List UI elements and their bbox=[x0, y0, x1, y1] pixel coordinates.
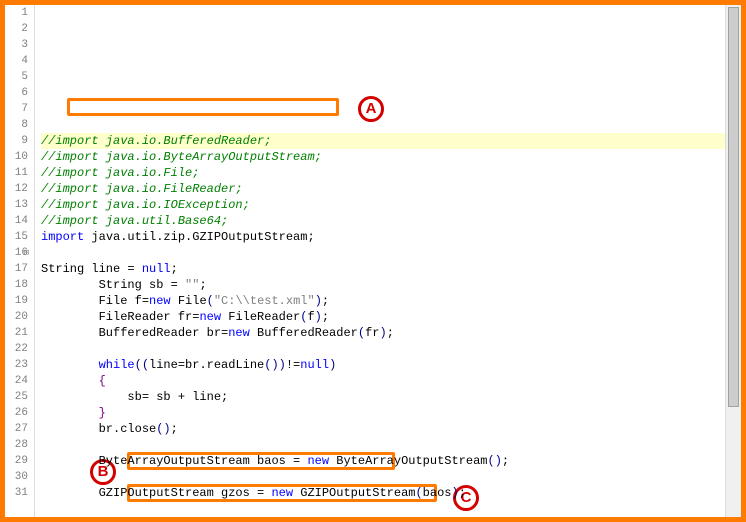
line-number: 20 bbox=[5, 309, 28, 325]
code-line[interactable]: } bbox=[41, 405, 741, 421]
line-number: 12 bbox=[5, 181, 28, 197]
callout-a-label: A bbox=[366, 101, 377, 117]
code-line[interactable]: String sb = ""; bbox=[41, 277, 741, 293]
line-number: 17 bbox=[5, 261, 28, 277]
line-number: 26 bbox=[5, 405, 28, 421]
line-number: 15 bbox=[5, 229, 28, 245]
line-number: 4 bbox=[5, 53, 28, 69]
line-number: 13 bbox=[5, 197, 28, 213]
line-number: 14 bbox=[5, 213, 28, 229]
code-line[interactable] bbox=[41, 245, 741, 261]
code-line[interactable]: File f=new File("C:\\test.xml"); bbox=[41, 293, 741, 309]
code-line[interactable]: //import java.io.ByteArrayOutputStream; bbox=[41, 149, 741, 165]
line-number: 2 bbox=[5, 21, 28, 37]
line-number: 3 bbox=[5, 37, 28, 53]
scrollbar-thumb[interactable] bbox=[728, 7, 739, 407]
code-line[interactable]: sb= sb + line; bbox=[41, 389, 741, 405]
line-number: 21 bbox=[5, 325, 28, 341]
line-number: 1 bbox=[5, 5, 28, 21]
code-line[interactable]: FileReader fr=new FileReader(f); bbox=[41, 309, 741, 325]
code-line[interactable]: ByteArrayOutputStream baos = new ByteArr… bbox=[41, 453, 741, 469]
line-number-gutter: 1234567891011121314151617181920212223242… bbox=[5, 5, 35, 517]
code-line[interactable]: br.close(); bbox=[41, 421, 741, 437]
code-line[interactable]: GZIPOutputStream gzos = new GZIPOutputSt… bbox=[41, 485, 741, 501]
line-number: 29 bbox=[5, 453, 28, 469]
code-line[interactable]: import java.util.zip.GZIPOutputStream; bbox=[41, 229, 741, 245]
code-line[interactable] bbox=[41, 469, 741, 485]
line-number: 24 bbox=[5, 373, 28, 389]
line-number: 8 bbox=[5, 117, 28, 133]
line-number: 18 bbox=[5, 277, 28, 293]
callout-a: A bbox=[358, 96, 384, 122]
code-line[interactable]: //import java.io.FileReader; bbox=[41, 181, 741, 197]
line-number: 27 bbox=[5, 421, 28, 437]
line-number: 22 bbox=[5, 341, 28, 357]
code-editor[interactable]: 1234567891011121314151617181920212223242… bbox=[5, 5, 741, 517]
code-line[interactable]: //import java.io.IOException; bbox=[41, 197, 741, 213]
code-area[interactable]: A B C //import java.io.BufferedReader;//… bbox=[35, 5, 741, 517]
code-line[interactable]: String line = null; bbox=[41, 261, 741, 277]
code-line[interactable] bbox=[41, 437, 741, 453]
line-number: 23 bbox=[5, 357, 28, 373]
code-line[interactable] bbox=[41, 341, 741, 357]
vertical-scrollbar[interactable] bbox=[725, 5, 741, 517]
code-line[interactable] bbox=[41, 501, 741, 517]
line-number: 28 bbox=[5, 437, 28, 453]
line-number: 31 bbox=[5, 485, 28, 501]
line-number: 16 bbox=[5, 245, 28, 261]
line-number: 25 bbox=[5, 389, 28, 405]
code-line[interactable]: BufferedReader br=new BufferedReader(fr)… bbox=[41, 325, 741, 341]
code-line[interactable]: //import java.io.File; bbox=[41, 165, 741, 181]
line-number: 10 bbox=[5, 149, 28, 165]
highlight-box-a bbox=[67, 98, 339, 116]
line-number: 11 bbox=[5, 165, 28, 181]
code-line[interactable]: while((line=br.readLine())!=null) bbox=[41, 357, 741, 373]
line-number: 19 bbox=[5, 293, 28, 309]
line-number: 5 bbox=[5, 69, 28, 85]
code-line[interactable]: { bbox=[41, 373, 741, 389]
line-number: 7 bbox=[5, 101, 28, 117]
code-line[interactable]: //import java.io.BufferedReader; bbox=[41, 133, 741, 149]
line-number: 30 bbox=[5, 469, 28, 485]
code-line[interactable]: //import java.util.Base64; bbox=[41, 213, 741, 229]
line-number: 6 bbox=[5, 85, 28, 101]
line-number: 9 bbox=[5, 133, 28, 149]
